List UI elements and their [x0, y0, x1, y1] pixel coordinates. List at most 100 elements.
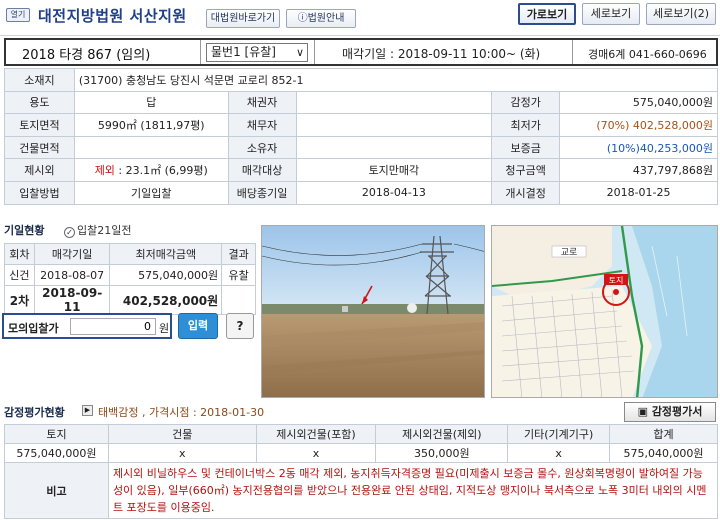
usage-value: 답 [73, 90, 229, 115]
appraisal-extra-included-value: x [255, 443, 377, 463]
bid-method-value: 기일입찰 [73, 180, 229, 205]
appraised-label: 감정가 [491, 90, 561, 115]
history-header-price: 최저매각금액 [109, 243, 223, 265]
appraisal-note-label: 비고 [4, 462, 109, 519]
mock-bid-submit-button[interactable]: 입력 [178, 313, 218, 339]
court-title: 대전지방법원 서산지원 [38, 7, 187, 25]
document-icon: ▣ [637, 405, 652, 418]
history-date: 2018-08-07 [33, 264, 111, 286]
help-button[interactable]: ? [226, 313, 254, 339]
appraisal-report-button[interactable]: ▣ 감정평가서 [624, 402, 716, 422]
minimum-price-amount: 402,528,000원 [629, 118, 713, 132]
appraisal-header-other: 기타(기계기구) [507, 424, 611, 444]
horizontal-view-button[interactable]: 가로보기 [518, 3, 576, 25]
minimum-price-label: 최저가 [491, 113, 561, 137]
building-area-value [73, 135, 229, 160]
mock-bid-input[interactable] [70, 318, 156, 335]
deposit-label: 보증금 [491, 135, 561, 160]
history-title: 기일현황 [4, 224, 45, 237]
appraisal-other-value: x [507, 443, 611, 463]
history-price: 575,040,000원 [109, 264, 223, 286]
sale-target-value: 토지만매각 [295, 158, 493, 182]
vertical-view-button[interactable]: 세로보기 [582, 3, 640, 25]
appraisal-header-land: 토지 [4, 424, 109, 444]
usage-label: 용도 [4, 90, 75, 115]
sale-date: 매각기일 : 2018-09-11 10:00~ (화) [342, 47, 541, 61]
department-phone: 경매6계 041-660-0696 [588, 48, 707, 61]
land-area-label: 토지면적 [4, 113, 75, 137]
appraisal-note: 제시외 비닐하우스 및 컨테이너박스 2동 매각 제외, 농지취득자격증명 필요… [107, 462, 719, 519]
sale-target-label: 매각대상 [227, 158, 297, 182]
supreme-court-link-button[interactable]: 대법원바로가기 [206, 9, 280, 28]
appraisal-title: 감정평가현황 [4, 406, 65, 419]
history-price: 402,528,000원 [109, 285, 223, 315]
print-button[interactable]: 열기 [6, 8, 30, 22]
table-row: 575,040,000원 x x 350,000원 x 575,040,000원 [4, 443, 718, 463]
court-info-label: 법원안내 [307, 13, 345, 24]
minimum-price-value: (70%) 402,528,000원 [559, 113, 718, 137]
appraisal-report-label: 감정평가서 [651, 405, 703, 418]
address-value: (31700) 충청남도 당진시 석문면 교로리 852-1 [73, 68, 719, 92]
divider [572, 40, 573, 64]
appraisal-table: 토지 건물 제시외건물(포함) 제시외건물(제외) 기타(기계기구) 합계 57… [4, 424, 719, 519]
excluded-area: : 23.1㎡ (6,99평) [114, 164, 208, 178]
mock-bid-unit: 원 [159, 322, 170, 335]
divider [314, 40, 315, 64]
claim-amount-value: 437,797,868원 [559, 158, 718, 182]
table-row: 2차 2018-09-11 402,528,000원 [4, 285, 256, 315]
appraisal-subtitle: 태백감정 , 가격시점 : 2018-01-30 [98, 406, 265, 419]
bid-history-table: 회차 매각기일 최저매각금액 결과 신건 2018-08-07 575,040,… [4, 243, 256, 315]
appraisal-header-extra-included: 제시외건물(포함) [255, 424, 377, 444]
court-info-button[interactable]: ⓘ법원안내 [286, 9, 356, 28]
table-row: 신건 2018-08-07 575,040,000원 유찰 [4, 264, 256, 286]
appraisal-land-value: 575,040,000원 [4, 443, 109, 463]
claim-amount-label: 청구금액 [491, 158, 561, 182]
appraisal-header-total: 합계 [609, 424, 718, 444]
d21-label: 입찰21일전 [77, 224, 132, 237]
location-map[interactable]: 교로 토지 [491, 225, 718, 398]
arrow-right-icon[interactable]: ▶ [82, 405, 93, 416]
start-decision-value: 2018-01-25 [559, 180, 718, 205]
history-header-round: 회차 [4, 243, 35, 265]
appraisal-building-value: x [107, 443, 257, 463]
site-photo-image [262, 226, 484, 397]
history-header-date: 매각기일 [33, 243, 111, 265]
vertical-view-2-button[interactable]: 세로보기(2) [646, 3, 716, 25]
item-select[interactable]: 물번1 [유찰] ∨ [206, 43, 308, 62]
map-region-label: 교로 [561, 248, 578, 258]
header-bar: 열기 대전지방법원 서산지원 대법원바로가기 ⓘ법원안내 가로보기 세로보기 세… [0, 0, 720, 36]
info-icon: ⓘ [297, 13, 308, 24]
start-decision-label: 개시결정 [491, 180, 561, 205]
mock-bid-label: 모의입찰가 [8, 322, 59, 335]
building-area-label: 건물면적 [4, 135, 75, 160]
case-number: 2018 타경 867 (임의) [22, 48, 151, 63]
appraisal-extra-excluded-value: 350,000원 [375, 443, 509, 463]
land-area-value: 5990㎡ (1811,97평) [73, 113, 229, 137]
excluded-label: 제시외 [4, 158, 75, 182]
site-photo[interactable] [261, 225, 485, 398]
appraisal-header-extra-excluded: 제시외건물(제외) [375, 424, 509, 444]
item-select-value: 물번1 [유찰] [211, 45, 276, 59]
creditor-value [295, 90, 493, 115]
history-result: 유찰 [221, 264, 256, 286]
appraised-value: 575,040,000원 [559, 90, 718, 115]
bid-method-label: 입찰방법 [4, 180, 75, 205]
dividend-deadline-label: 배당종기일 [227, 180, 297, 205]
chevron-down-icon: ∨ [295, 46, 304, 59]
case-bar: 2018 타경 867 (임의) 물번1 [유찰] ∨ 매각기일 : 2018-… [4, 38, 718, 66]
mock-bid-box: 모의입찰가 원 [2, 313, 172, 339]
property-info-table: 소재지 (31700) 충청남도 당진시 석문면 교로리 852-1 용도 답 … [4, 68, 719, 205]
history-date: 2018-09-11 [33, 285, 111, 315]
dividend-deadline-value: 2018-04-13 [295, 180, 493, 205]
appraisal-total-value: 575,040,000원 [609, 443, 718, 463]
map-marker-label: 토지 [609, 276, 624, 285]
debtor-value [295, 113, 493, 137]
divider [200, 40, 201, 64]
history-result [221, 285, 256, 315]
history-header-result: 결과 [221, 243, 256, 265]
location-map-image: 교로 토지 [492, 226, 717, 397]
excluded-tag: 제외 [94, 164, 115, 178]
history-round: 2차 [4, 285, 35, 315]
creditor-label: 채권자 [227, 90, 297, 115]
d21-toggle[interactable]: ✓ 입찰21일전 [64, 222, 131, 238]
